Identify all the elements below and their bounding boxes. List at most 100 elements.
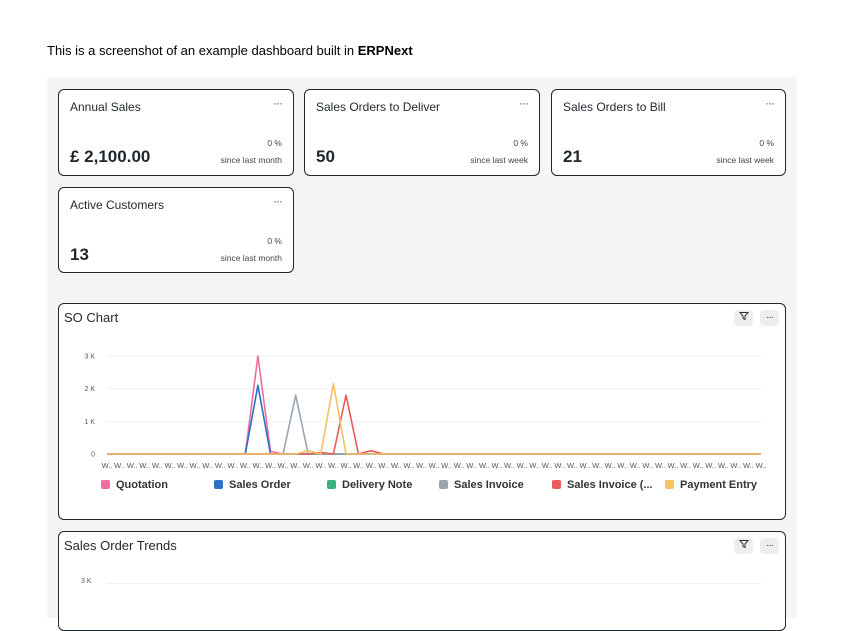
- card-menu-icon[interactable]: ···: [273, 194, 283, 208]
- legend-item[interactable]: Payment Entry: [665, 479, 757, 491]
- x-tick-label: W..: [466, 461, 477, 470]
- intro-brand: ERPNext: [357, 43, 413, 58]
- card-value: 13: [70, 245, 89, 264]
- card-title: Sales Orders to Bill: [563, 100, 666, 114]
- chart-title: Sales Order Trends: [64, 538, 177, 553]
- x-tick-label: W..: [416, 461, 427, 470]
- so-chart-card: SO Chart ··· 01 K2 K3 K W.. W.. W.. W.. W.. W.…: [58, 303, 786, 520]
- x-tick-label: W..: [353, 461, 364, 470]
- x-tick-label: W..: [542, 461, 553, 470]
- x-tick-label: W..: [567, 461, 578, 470]
- x-tick-label: W..: [693, 461, 704, 470]
- x-tick-label: W..: [114, 461, 125, 470]
- card-menu-icon[interactable]: ···: [519, 96, 529, 110]
- x-tick-label: W..: [190, 461, 201, 470]
- gridline: [107, 583, 761, 584]
- y-tick-label: 3 K: [84, 354, 95, 361]
- legend-swatch: [101, 480, 110, 489]
- x-tick-label: W..: [605, 461, 616, 470]
- x-tick-label: W..: [429, 461, 440, 470]
- series-line[interactable]: [107, 383, 761, 455]
- sales-order-trends-card: Sales Order Trends ··· 3 K: [58, 531, 786, 631]
- card-annual-sales[interactable]: Annual Sales ··· £ 2,100.00 0 % since la…: [58, 89, 294, 176]
- x-tick-label: W..: [756, 461, 767, 470]
- dashboard-canvas: Annual Sales ··· £ 2,100.00 0 % since la…: [47, 77, 797, 631]
- x-tick-label: W..: [177, 461, 188, 470]
- card-change: 0 %: [513, 138, 528, 148]
- card-sales-orders-to-deliver[interactable]: Sales Orders to Deliver ··· 50 0 % since…: [304, 89, 540, 176]
- legend-swatch: [214, 480, 223, 489]
- x-tick-label: W..: [152, 461, 163, 470]
- x-tick-label: W..: [743, 461, 754, 470]
- x-tick-label: W..: [278, 461, 289, 470]
- legend-swatch: [439, 480, 448, 489]
- x-tick-label: W..: [328, 461, 339, 470]
- card-sales-orders-to-bill[interactable]: Sales Orders to Bill ··· 21 0 % since la…: [551, 89, 786, 176]
- card-active-customers[interactable]: Active Customers ··· 13 0 % since last m…: [58, 187, 294, 273]
- x-tick-label: W..: [164, 461, 175, 470]
- x-tick-label: W..: [253, 461, 264, 470]
- x-tick-label: W..: [391, 461, 402, 470]
- card-change: 0 %: [267, 236, 282, 246]
- legend-item[interactable]: Sales Invoice: [439, 479, 524, 491]
- x-tick-label: W..: [403, 461, 414, 470]
- so-chart-plot: 01 K2 K3 KW.. W.. W.. W.. W.. W.. W.. W.. W.. W..…: [84, 354, 767, 471]
- y-tick-label: 0: [91, 452, 95, 459]
- legend-item[interactable]: Sales Invoice (...: [552, 479, 653, 491]
- x-tick-label: W..: [718, 461, 729, 470]
- x-tick-label: W..: [315, 461, 326, 470]
- x-tick-label: W..: [554, 461, 565, 470]
- card-title: Annual Sales: [70, 100, 141, 114]
- filter-icon: [738, 540, 749, 549]
- legend-label: Sales Invoice (...: [567, 479, 653, 491]
- y-tick-label: 2 K: [84, 386, 95, 393]
- x-tick-label: W..: [215, 461, 226, 470]
- legend-item[interactable]: Delivery Note: [327, 479, 412, 491]
- y-tick-label: 3 K: [81, 578, 92, 585]
- x-tick-label: W..: [441, 461, 452, 470]
- x-tick-label: W..: [265, 461, 276, 470]
- x-tick-label: W..: [127, 461, 138, 470]
- card-period: since last month: [220, 155, 282, 165]
- legend-label: Delivery Note: [342, 479, 413, 491]
- intro-text: This is a screenshot of an example dashb…: [47, 43, 413, 58]
- legend-label: Sales Order: [229, 479, 291, 491]
- x-tick-label: W..: [580, 461, 591, 470]
- x-tick-label: W..: [517, 461, 528, 470]
- x-tick-label: W..: [290, 461, 301, 470]
- x-tick-label: W..: [668, 461, 679, 470]
- x-tick-label: W..: [303, 461, 314, 470]
- card-title: Sales Orders to Deliver: [316, 100, 441, 114]
- x-tick-label: W..: [139, 461, 150, 470]
- legend-label: Quotation: [116, 479, 168, 491]
- legend-item[interactable]: Sales Order: [214, 479, 291, 491]
- x-tick-label: W..: [341, 461, 352, 470]
- card-change: 0 %: [759, 138, 774, 148]
- filter-button[interactable]: [734, 538, 753, 554]
- series-line[interactable]: [107, 394, 761, 455]
- legend-swatch: [552, 480, 561, 489]
- x-tick-label: W..: [366, 461, 377, 470]
- x-tick-label: W..: [642, 461, 653, 470]
- x-tick-label: W..: [655, 461, 666, 470]
- card-value: 21: [563, 147, 582, 166]
- x-tick-label: W..: [102, 461, 113, 470]
- x-tick-label: W..: [378, 461, 389, 470]
- chart-menu-button[interactable]: ···: [760, 538, 779, 554]
- card-change: 0 %: [267, 138, 282, 148]
- series-line[interactable]: [107, 384, 761, 455]
- card-menu-icon[interactable]: ···: [765, 96, 775, 110]
- card-period: since last week: [716, 155, 774, 165]
- x-tick-label: W..: [479, 461, 490, 470]
- x-tick-label: W..: [240, 461, 251, 470]
- intro-prefix: This is a screenshot of an example dashb…: [47, 43, 358, 58]
- legend-swatch: [665, 480, 674, 489]
- series-line[interactable]: [107, 394, 761, 455]
- x-tick-label: W..: [617, 461, 628, 470]
- series-line[interactable]: [107, 355, 761, 455]
- card-menu-icon[interactable]: ···: [273, 96, 283, 110]
- legend-item[interactable]: Quotation: [101, 479, 168, 491]
- card-period: since last week: [470, 155, 528, 165]
- x-tick-label: W..: [454, 461, 465, 470]
- x-tick-label: W..: [630, 461, 641, 470]
